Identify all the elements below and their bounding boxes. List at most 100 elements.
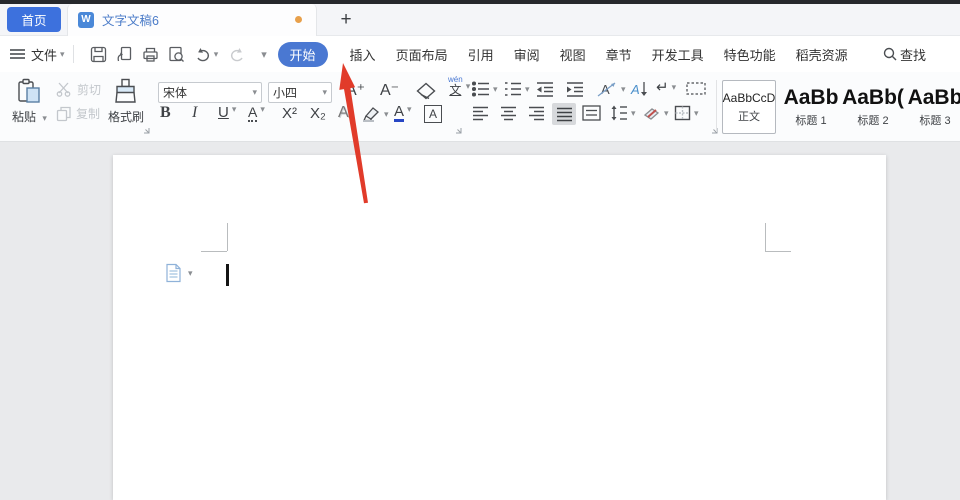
unsaved-indicator-dot	[295, 16, 302, 23]
copy-button[interactable]: 复制	[56, 105, 100, 122]
align-left-button[interactable]	[472, 106, 489, 121]
ribbon: 粘贴 ▾ 剪切 复制 格式刷 宋体 ▾ 小四 ▾ A⁺ A⁻	[0, 72, 960, 142]
italic-button[interactable]: I	[192, 104, 197, 122]
copy-icon	[56, 106, 72, 122]
undo-icon	[195, 47, 211, 62]
ribbon-tab-docer[interactable]: 稻壳资源	[796, 45, 848, 64]
chevron-down-icon: ▾	[261, 48, 267, 61]
increase-indent-button[interactable]	[566, 81, 584, 97]
line-break-button[interactable]: ↵ ▾	[656, 78, 676, 96]
save-icon	[90, 46, 107, 63]
paste-button[interactable]: 粘贴 ▾	[12, 78, 47, 125]
ribbon-tab-features[interactable]: 特色功能	[724, 45, 776, 64]
styles-gallery: AaBbCcD 正文 AaBb 标题 1 AaBb( 标题 2 AaBb 标题 …	[722, 80, 960, 134]
grow-font-button[interactable]: A⁺	[346, 80, 365, 100]
ribbon-tab-section[interactable]: 章节	[606, 45, 632, 64]
decrease-indent-icon	[536, 81, 554, 97]
document-tab-title: 文字文稿6	[102, 10, 295, 29]
bullet-list-icon	[472, 81, 490, 97]
ribbon-tab-dev-tools[interactable]: 开发工具	[652, 45, 704, 64]
style-label: 标题 3	[919, 112, 950, 128]
document-canvas[interactable]: ▾	[0, 142, 960, 500]
redo-button[interactable]	[228, 44, 246, 64]
align-right-icon	[528, 106, 545, 121]
save-button[interactable]	[90, 44, 108, 64]
undo-button[interactable]: ▾	[194, 44, 220, 64]
tab-stops-button[interactable]	[686, 82, 706, 95]
margin-mark-top-left-vertical	[227, 223, 228, 251]
pinyin-guide-button[interactable]: wén 文 ▾	[448, 76, 470, 96]
ribbon-tab-view[interactable]: 视图	[560, 45, 586, 64]
font-dialog-launcher[interactable]	[454, 126, 462, 134]
font-size-dropdown-icon: ▾	[322, 87, 327, 98]
vertical-text-button[interactable]: A	[630, 80, 648, 98]
text-effects-button[interactable]: A	[338, 104, 349, 122]
decrease-indent-button[interactable]	[536, 81, 554, 97]
style-item-heading3[interactable]: AaBb 标题 3	[904, 80, 960, 134]
ribbon-tab-insert[interactable]: 插入	[350, 45, 376, 64]
justify-button[interactable]	[552, 103, 576, 125]
find-button[interactable]: 查找	[883, 45, 926, 64]
style-label: 标题 2	[857, 112, 888, 128]
find-label: 查找	[900, 45, 926, 64]
font-color-button[interactable]: A ▾	[394, 104, 412, 122]
quick-access-more-button[interactable]: ▾	[254, 44, 272, 64]
text-cursor-caret	[226, 264, 229, 286]
bullet-list-button[interactable]: ▾	[472, 81, 498, 97]
ribbon-tab-page-layout[interactable]: 页面布局	[396, 45, 448, 64]
borders-button[interactable]: ▾	[674, 105, 699, 121]
cut-label: 剪切	[77, 81, 101, 98]
emphasis-mark-button[interactable]: A ▾	[248, 104, 265, 122]
superscript-button[interactable]: X²	[282, 105, 297, 122]
shrink-font-button[interactable]: A⁻	[380, 80, 399, 100]
align-center-button[interactable]	[500, 106, 517, 121]
shading-dropdown-icon: ▾	[664, 108, 669, 119]
clipboard-dialog-launcher[interactable]	[142, 126, 150, 134]
style-sample: AaBbCcD	[723, 91, 776, 105]
home-tab[interactable]: 首页	[7, 7, 61, 32]
clear-format-button[interactable]	[416, 82, 436, 100]
ribbon-tab-start[interactable]: 开始	[278, 42, 328, 67]
style-item-heading1[interactable]: AaBb 标题 1	[780, 80, 842, 134]
distribute-text-button[interactable]	[582, 105, 601, 121]
new-tab-button[interactable]: +	[333, 7, 359, 33]
text-direction-icon: A	[596, 80, 618, 98]
ribbon-tab-review[interactable]: 审阅	[514, 45, 540, 64]
style-item-body[interactable]: AaBbCcD 正文	[722, 80, 776, 134]
document-tab[interactable]: W 文字文稿6	[67, 4, 317, 36]
numbered-list-button[interactable]: ▾	[504, 81, 530, 97]
subscript-button[interactable]: X₂	[310, 105, 326, 122]
menu-bar: 文件 ▾ ▾ ▾ 开始 插入 页面布局 引用 审阅 视图 章节 开发工具 特色功…	[0, 36, 960, 72]
tab-bar: 首页 W 文字文稿6 +	[0, 4, 960, 36]
writer-app-icon: W	[78, 12, 94, 28]
format-painter-button[interactable]: 格式刷	[108, 78, 144, 125]
print-button[interactable]	[142, 44, 160, 64]
font-group: 宋体 ▾ 小四 ▾ A⁺ A⁻ wén 文 ▾ B I U ▾ A ▾	[156, 72, 468, 142]
cut-button[interactable]: 剪切	[56, 81, 101, 98]
underline-button[interactable]: U ▾	[218, 104, 236, 121]
shading-button[interactable]: ▾	[642, 105, 669, 121]
main-menu-button[interactable]: 文件 ▾	[10, 45, 65, 64]
ribbon-tab-references[interactable]: 引用	[468, 45, 494, 64]
font-color-dropdown-icon: ▾	[407, 104, 412, 122]
pinyin-guide-icon: wén 文	[448, 76, 463, 96]
style-sample: AaBb	[784, 87, 839, 109]
align-left-icon	[472, 106, 489, 121]
font-name-select[interactable]: 宋体 ▾	[158, 82, 262, 103]
vertical-text-icon: A	[630, 80, 648, 98]
eraser-icon	[416, 82, 436, 100]
highlight-color-button[interactable]: ▾	[362, 106, 389, 122]
align-right-button[interactable]	[528, 106, 545, 121]
document-page[interactable]: ▾	[113, 155, 886, 500]
style-item-heading2[interactable]: AaBb( 标题 2	[842, 80, 904, 134]
export-pdf-button[interactable]	[116, 44, 134, 64]
text-direction-button[interactable]: A ▾	[596, 80, 626, 98]
line-spacing-button[interactable]: ▾	[610, 105, 636, 121]
underline-dropdown-icon: ▾	[232, 104, 237, 121]
bold-button[interactable]: B	[160, 104, 171, 122]
font-size-select[interactable]: 小四 ▾	[268, 82, 332, 103]
print-preview-button[interactable]	[168, 44, 186, 64]
line-break-dropdown-icon: ▾	[672, 82, 677, 93]
paste-options-widget[interactable]: ▾	[165, 263, 193, 283]
character-border-button[interactable]: A	[424, 105, 442, 123]
